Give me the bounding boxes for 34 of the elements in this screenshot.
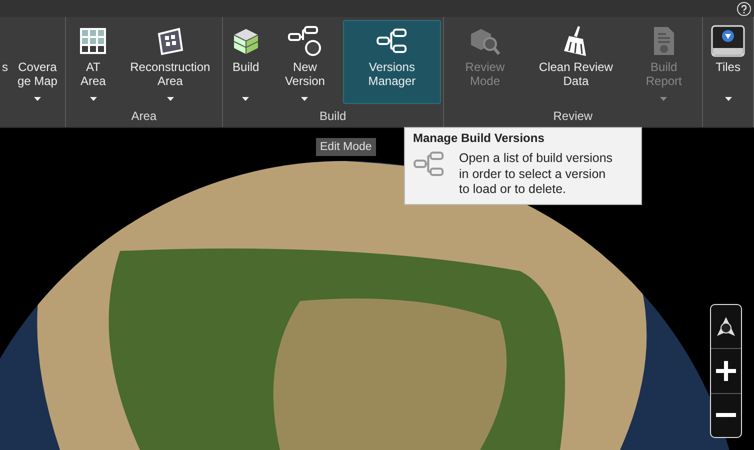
selection-grid-icon xyxy=(155,26,186,56)
compass-icon[interactable] xyxy=(715,316,737,338)
zoom-out-icon[interactable] xyxy=(715,412,737,418)
mode-label: Edit Mode xyxy=(316,138,376,156)
ribbon-button[interactable]: New Version xyxy=(268,20,342,104)
ribbon-button[interactable]: Clean Review Data xyxy=(526,20,626,104)
ribbon-button[interactable]: Tiles xyxy=(705,20,752,104)
help-icon[interactable] xyxy=(737,2,751,16)
tooltip-text: Open a list of build versions in order to select a version to load or to delete. xyxy=(459,151,614,198)
grid-icon xyxy=(78,26,108,56)
caret-icon xyxy=(242,97,250,101)
tiles-download-icon xyxy=(711,25,746,57)
cube-magnifier-icon xyxy=(468,26,501,56)
tooltip-title: Manage Build Versions xyxy=(413,131,546,145)
zoom-in-icon[interactable] xyxy=(715,360,737,382)
flowchart-icon xyxy=(413,151,445,177)
caret-icon xyxy=(301,97,308,101)
report-icon xyxy=(652,26,676,56)
caret-icon xyxy=(660,97,668,101)
group-label: Review xyxy=(552,108,594,125)
flowchart-icon xyxy=(376,28,408,54)
caret-icon xyxy=(166,97,174,101)
new-flowchart-icon xyxy=(288,25,322,57)
group-label: Area xyxy=(130,108,158,125)
ribbon-button[interactable]: Versions Manager xyxy=(343,20,441,104)
caret-icon xyxy=(90,97,97,101)
ribbon-button[interactable]: Build xyxy=(224,20,267,104)
ribbon-button[interactable]: s xyxy=(0,20,12,104)
caret-icon xyxy=(724,97,732,101)
caret-icon xyxy=(34,97,41,101)
group-label: Build xyxy=(318,108,348,125)
ribbon-button[interactable]: Reconstruction Area xyxy=(120,20,220,104)
ribbon-button[interactable]: Coverage Map xyxy=(14,20,63,104)
ribbon-button[interactable]: AT Area xyxy=(68,20,118,104)
